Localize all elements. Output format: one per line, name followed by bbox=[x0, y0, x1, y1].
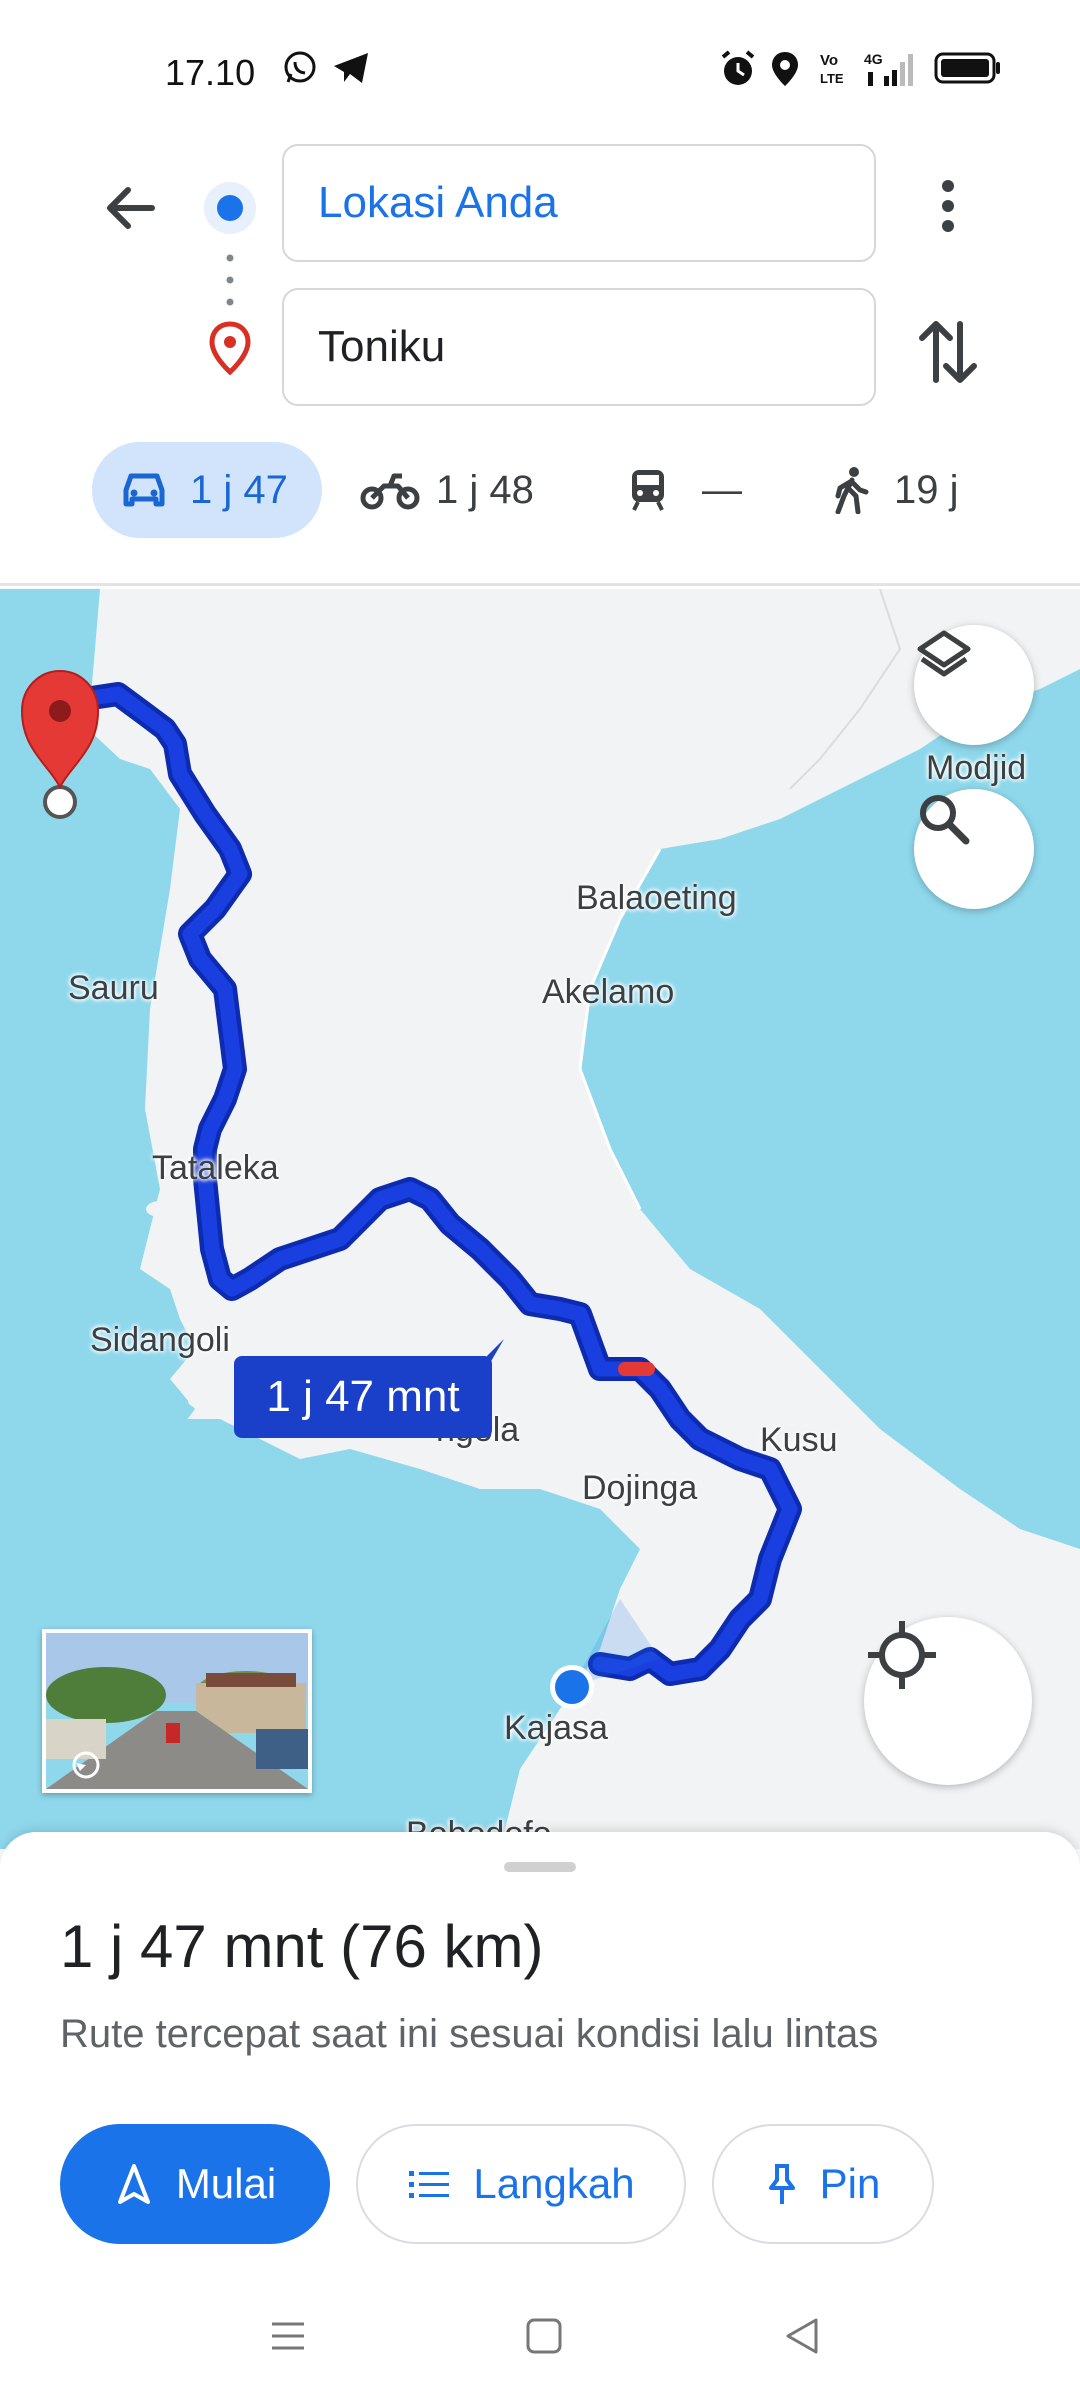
map-label-dojinga: Dojinga bbox=[582, 1469, 698, 1507]
home-nav-icon[interactable] bbox=[524, 2316, 564, 2356]
telegram-icon bbox=[334, 53, 368, 83]
svg-text:4G: 4G bbox=[864, 51, 883, 67]
more-options-icon[interactable] bbox=[922, 174, 974, 238]
status-bar: 17.10 Vo LTE 4G bbox=[0, 0, 1080, 140]
map-label-tataleka: Tataleka bbox=[152, 1149, 279, 1187]
sheet-drag-handle[interactable] bbox=[504, 1862, 576, 1872]
start-button[interactable]: Mulai bbox=[60, 2124, 330, 2244]
alarm-icon bbox=[721, 50, 755, 85]
walking-icon bbox=[835, 467, 869, 514]
mode-motorcycle-label: 1 j 48 bbox=[436, 467, 534, 512]
map-label-kusu: Kusu bbox=[760, 1421, 838, 1459]
route-summary: 1 j 47 mnt (76 km) bbox=[60, 1913, 544, 1980]
directions-panel: Lokasi Anda Toniku 1 j 47 1 j 48 — 19 j bbox=[0, 120, 1080, 586]
destination-marker-base bbox=[43, 785, 77, 819]
menu-nav-icon[interactable] bbox=[268, 2316, 308, 2356]
destination-input[interactable]: Toniku bbox=[282, 288, 876, 406]
pin-button-label: Pin bbox=[819, 2160, 881, 2207]
location-icon bbox=[772, 52, 798, 86]
crosshair-icon bbox=[868, 1621, 936, 1689]
battery-icon bbox=[934, 52, 1000, 84]
origin-input[interactable]: Lokasi Anda bbox=[282, 144, 876, 262]
route-subtitle: Rute tercepat saat ini sesuai kondisi la… bbox=[60, 2012, 879, 2056]
pushpin-icon bbox=[768, 2164, 795, 2204]
mode-car-label: 1 j 47 bbox=[190, 467, 288, 512]
mode-transit-label: — bbox=[702, 467, 742, 512]
route-connector-dots bbox=[226, 254, 234, 306]
whatsapp-icon bbox=[284, 51, 316, 83]
map-label-sidangoli: Sidangoli bbox=[90, 1321, 230, 1359]
volte-icon: Vo LTE bbox=[820, 52, 844, 86]
swap-icon[interactable] bbox=[916, 316, 980, 388]
4g-signal-icon: 4G bbox=[864, 51, 913, 86]
mode-motorcycle[interactable]: 1 j 48 bbox=[360, 442, 534, 538]
map-view[interactable]: Modjid Balaoeting Akelamo Sauru Tataleka… bbox=[0, 589, 1080, 1849]
map-label-akelamo: Akelamo bbox=[542, 973, 675, 1011]
motorcycle-icon bbox=[360, 473, 420, 510]
layers-icon bbox=[917, 630, 971, 677]
street-view-thumbnail[interactable] bbox=[42, 1629, 312, 1793]
map-label-modjid: Modjid bbox=[926, 749, 1027, 787]
destination-pin-icon bbox=[209, 321, 251, 376]
steps-button-label: Langkah bbox=[473, 2160, 635, 2207]
layers-button[interactable] bbox=[914, 625, 1034, 745]
svg-text:Vo: Vo bbox=[820, 52, 838, 69]
my-location-button[interactable] bbox=[864, 1617, 1032, 1785]
current-location-dot bbox=[555, 1670, 589, 1704]
mode-car[interactable]: 1 j 47 bbox=[92, 442, 322, 538]
start-button-label: Mulai bbox=[175, 2160, 277, 2207]
train-icon bbox=[632, 470, 664, 511]
system-nav-bar bbox=[0, 2280, 1080, 2400]
status-time: 17.10 bbox=[165, 52, 256, 93]
back-nav-icon[interactable] bbox=[782, 2316, 822, 2356]
back-arrow-icon[interactable] bbox=[100, 176, 164, 240]
svg-text:LTE: LTE bbox=[820, 71, 844, 86]
search-along-route-button[interactable] bbox=[914, 789, 1034, 909]
map-label-sauru: Sauru bbox=[68, 969, 159, 1007]
mode-transit[interactable]: — bbox=[628, 442, 742, 538]
route-eta-chip[interactable]: 1 j 47 mnt bbox=[234, 1356, 492, 1438]
origin-dot-icon bbox=[204, 182, 256, 234]
street-view-image bbox=[46, 1633, 308, 1789]
mode-walk[interactable]: 19 j bbox=[830, 442, 959, 538]
list-icon bbox=[409, 2171, 450, 2198]
map-label-balaoeting: Balaoeting bbox=[576, 879, 737, 917]
pin-button[interactable]: Pin bbox=[712, 2124, 934, 2244]
map-label-kajasa: Kajasa bbox=[504, 1709, 608, 1747]
navigation-arrow-icon bbox=[117, 2164, 150, 2204]
car-icon bbox=[123, 473, 165, 507]
eta-chip-tail bbox=[480, 1339, 504, 1363]
search-icon bbox=[920, 795, 970, 845]
mode-walk-label: 19 j bbox=[894, 467, 959, 512]
destination-marker-hole bbox=[49, 700, 71, 722]
steps-button[interactable]: Langkah bbox=[356, 2124, 686, 2244]
